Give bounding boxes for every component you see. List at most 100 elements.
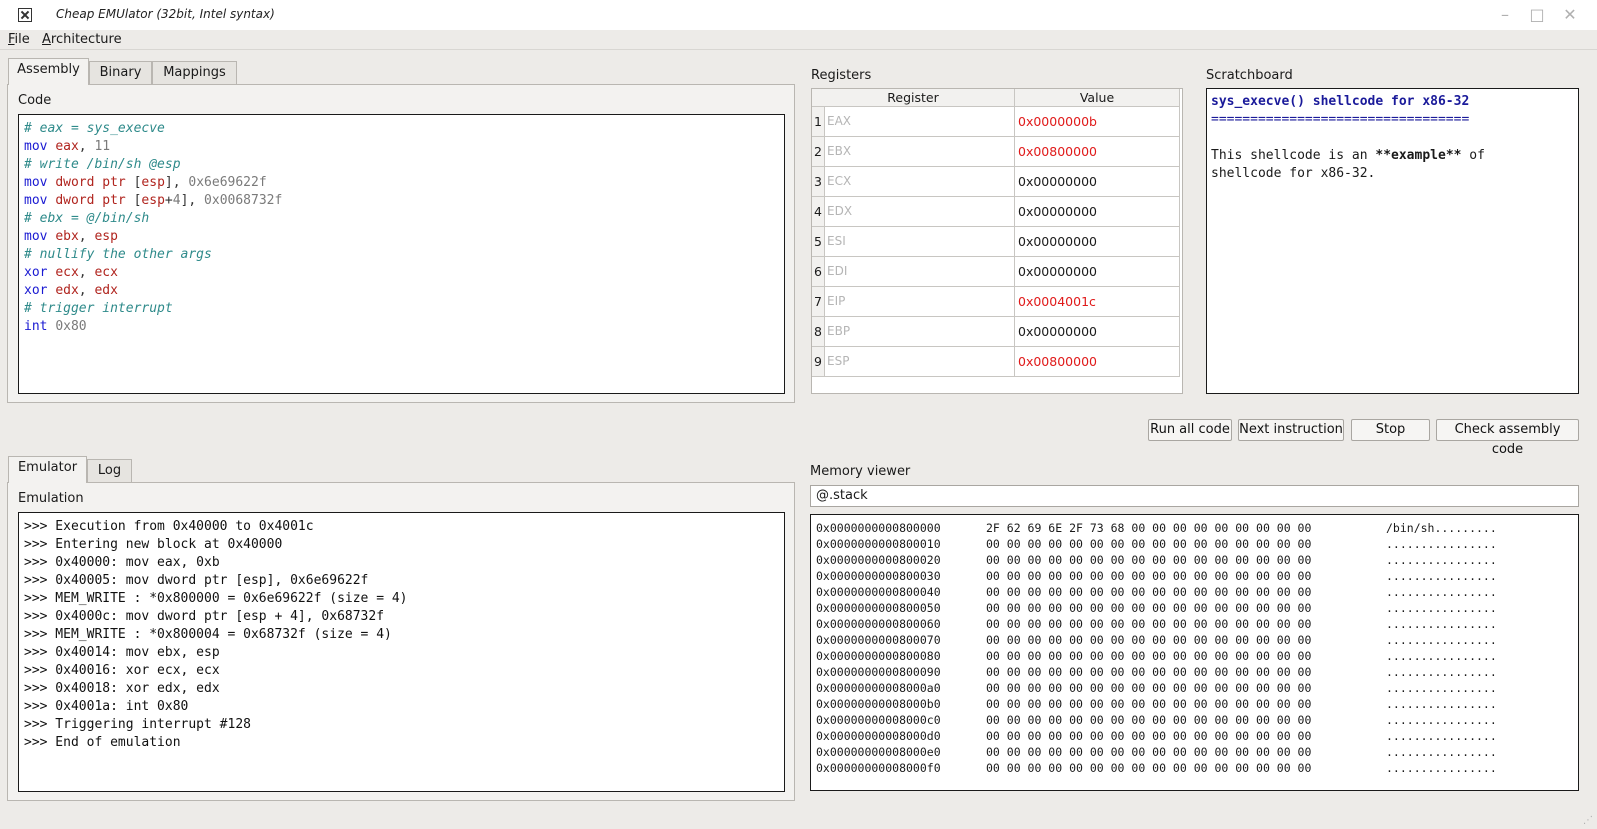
- code-token: xor: [24, 265, 48, 280]
- menu-architecture[interactable]: Architecture: [42, 32, 122, 47]
- code-token: esp: [141, 193, 165, 208]
- register-value[interactable]: 0x00800000: [1015, 137, 1180, 167]
- register-value[interactable]: 0x00800000: [1015, 347, 1180, 377]
- register-row[interactable]: 7 EIP 0x0004001c: [812, 287, 1182, 317]
- memory-hex-view[interactable]: 0x0000000000800000 2F 62 69 6E 2F 73 68 0…: [810, 514, 1579, 791]
- register-value[interactable]: 0x00000000: [1015, 257, 1180, 287]
- tab-assembly[interactable]: Assembly: [8, 58, 89, 85]
- register-value[interactable]: 0x00000000: [1015, 227, 1180, 257]
- register-row-index: 7: [812, 287, 825, 317]
- memory-hex-bytes: 00 00 00 00 00 00 00 00 00 00 00 00 00 0…: [986, 713, 1312, 727]
- memory-address: 0x00000000008000f0: [816, 761, 941, 775]
- memory-ascii: ................: [1386, 665, 1497, 679]
- memory-ascii: ................: [1386, 681, 1497, 695]
- memory-hex-bytes: 00 00 00 00 00 00 00 00 00 00 00 00 00 0…: [986, 633, 1312, 647]
- memory-address: 0x00000000008000a0: [816, 681, 941, 695]
- stop-button[interactable]: Stop: [1351, 419, 1430, 441]
- code-token: 0x6e69622f: [188, 175, 267, 190]
- register-name: ECX: [825, 167, 1015, 197]
- register-row[interactable]: 4 EDX 0x00000000: [812, 197, 1182, 227]
- memory-address: 0x0000000000800050: [816, 601, 941, 615]
- memory-row: 0x00000000008000d0 00 00 00 00 00 00 00 0…: [816, 728, 1578, 744]
- emulation-output[interactable]: >>> Execution from 0x40000 to 0x4001c >>>…: [18, 512, 785, 792]
- memory-address: 0x0000000000800060: [816, 617, 941, 631]
- resize-grip-icon[interactable]: ⋰: [1583, 815, 1595, 827]
- register-row-index: 4: [812, 197, 825, 227]
- code-token: ,: [78, 229, 95, 244]
- column-header-value[interactable]: Value: [1015, 89, 1180, 107]
- code-token: 4: [172, 193, 181, 208]
- tab-mappings[interactable]: Mappings: [152, 61, 237, 85]
- scratchboard-editor[interactable]: sys_execve() shellcode for x86-32 ======…: [1206, 88, 1579, 394]
- register-name: EBP: [825, 317, 1015, 347]
- code-token: 0x0068732f: [204, 193, 283, 208]
- memory-hex-bytes: 00 00 00 00 00 00 00 00 00 00 00 00 00 0…: [986, 553, 1312, 567]
- scratchboard-label: Scratchboard: [1206, 68, 1293, 83]
- registers-table[interactable]: Register Value 1 EAX 0x0000000b 2 EBX 0x00800…: [811, 88, 1183, 394]
- memory-ascii: ................: [1386, 633, 1497, 647]
- register-value[interactable]: 0x00000000: [1015, 317, 1180, 347]
- code-line: xor ecx, ecx: [24, 264, 784, 282]
- register-row[interactable]: 9 ESP 0x00800000: [812, 347, 1182, 377]
- run-all-code-button[interactable]: Run all code: [1148, 419, 1232, 441]
- code-line: mov dword ptr [esp+4], 0x0068732f: [24, 192, 784, 210]
- column-header-register[interactable]: Register: [812, 89, 1015, 107]
- register-value[interactable]: 0x00000000: [1015, 197, 1180, 227]
- maximize-icon[interactable]: □: [1527, 5, 1547, 25]
- emulation-log-line: >>> Execution from 0x40000 to 0x4001c: [24, 519, 314, 534]
- memory-row: 0x0000000000800020 00 00 00 00 00 00 00 0…: [816, 552, 1578, 568]
- memory-ascii: ................: [1386, 697, 1497, 711]
- memory-address: 0x0000000000800070: [816, 633, 941, 647]
- menu-file[interactable]: File: [8, 32, 30, 47]
- register-value[interactable]: 0x0000000b: [1015, 107, 1180, 137]
- code-token: # trigger interrupt: [24, 301, 173, 316]
- code-token: ,: [78, 265, 95, 280]
- minimize-icon[interactable]: –: [1495, 5, 1515, 25]
- register-row-index: 6: [812, 257, 825, 287]
- emulation-log-line: >>> 0x40000: mov eax, 0xb: [24, 555, 220, 570]
- memory-address: 0x00000000008000d0: [816, 729, 941, 743]
- register-name: ESP: [825, 347, 1015, 377]
- register-row[interactable]: 8 EBP 0x00000000: [812, 317, 1182, 347]
- register-name: EAX: [825, 107, 1015, 137]
- memory-row: 0x0000000000800010 00 00 00 00 00 00 00 0…: [816, 536, 1578, 552]
- register-row[interactable]: 5 ESI 0x00000000: [812, 227, 1182, 257]
- code-token: ,: [78, 139, 95, 154]
- register-name: EDI: [825, 257, 1015, 287]
- code-line: mov dword ptr [esp], 0x6e69622f: [24, 174, 784, 192]
- register-row[interactable]: 3 ECX 0x00000000: [812, 167, 1182, 197]
- tab-emulator[interactable]: Emulator: [8, 456, 87, 483]
- memory-address: 0x00000000008000b0: [816, 697, 941, 711]
- tab-log[interactable]: Log: [87, 459, 132, 483]
- register-row[interactable]: 6 EDI 0x00000000: [812, 257, 1182, 287]
- emulation-log-line: >>> 0x4000c: mov dword ptr [esp + 4], 0x…: [24, 609, 385, 624]
- code-editor[interactable]: # eax = sys_execve mov eax, 11 # write /bi…: [18, 114, 785, 394]
- code-line: # eax = sys_execve: [24, 120, 784, 138]
- register-row[interactable]: 2 EBX 0x00800000: [812, 137, 1182, 167]
- memory-row: 0x0000000000800070 00 00 00 00 00 00 00 0…: [816, 632, 1578, 648]
- memory-address: 0x0000000000800080: [816, 649, 941, 663]
- code-token: edx: [55, 283, 79, 298]
- register-row[interactable]: 1 EAX 0x0000000b: [812, 107, 1182, 137]
- emulation-log-line: >>> MEM_WRITE : *0x800004 = 0x68732f (si…: [24, 627, 392, 642]
- check-assembly-code-button[interactable]: Check assembly code: [1436, 419, 1579, 457]
- close-icon[interactable]: ✕: [1560, 5, 1580, 25]
- register-value[interactable]: 0x0004001c: [1015, 287, 1180, 317]
- register-value[interactable]: 0x00000000: [1015, 167, 1180, 197]
- register-name: ESI: [825, 227, 1015, 257]
- register-row-index: 9: [812, 347, 825, 377]
- memory-address-input[interactable]: @.stack: [810, 485, 1579, 507]
- code-token: ,: [78, 283, 95, 298]
- code-token: mov: [24, 229, 48, 244]
- memory-hex-bytes: 00 00 00 00 00 00 00 00 00 00 00 00 00 0…: [986, 681, 1312, 695]
- tab-binary[interactable]: Binary: [89, 61, 152, 85]
- memory-ascii: ................: [1386, 649, 1497, 663]
- code-token: ecx: [55, 265, 79, 280]
- memory-row: 0x0000000000800030 00 00 00 00 00 00 00 0…: [816, 568, 1578, 584]
- register-row-index: 3: [812, 167, 825, 197]
- code-line: # trigger interrupt: [24, 300, 784, 318]
- app-icon: [18, 8, 32, 22]
- next-instruction-button[interactable]: Next instruction: [1238, 419, 1344, 441]
- memory-row: 0x0000000000800090 00 00 00 00 00 00 00 0…: [816, 664, 1578, 680]
- memory-row: 0x0000000000800040 00 00 00 00 00 00 00 0…: [816, 584, 1578, 600]
